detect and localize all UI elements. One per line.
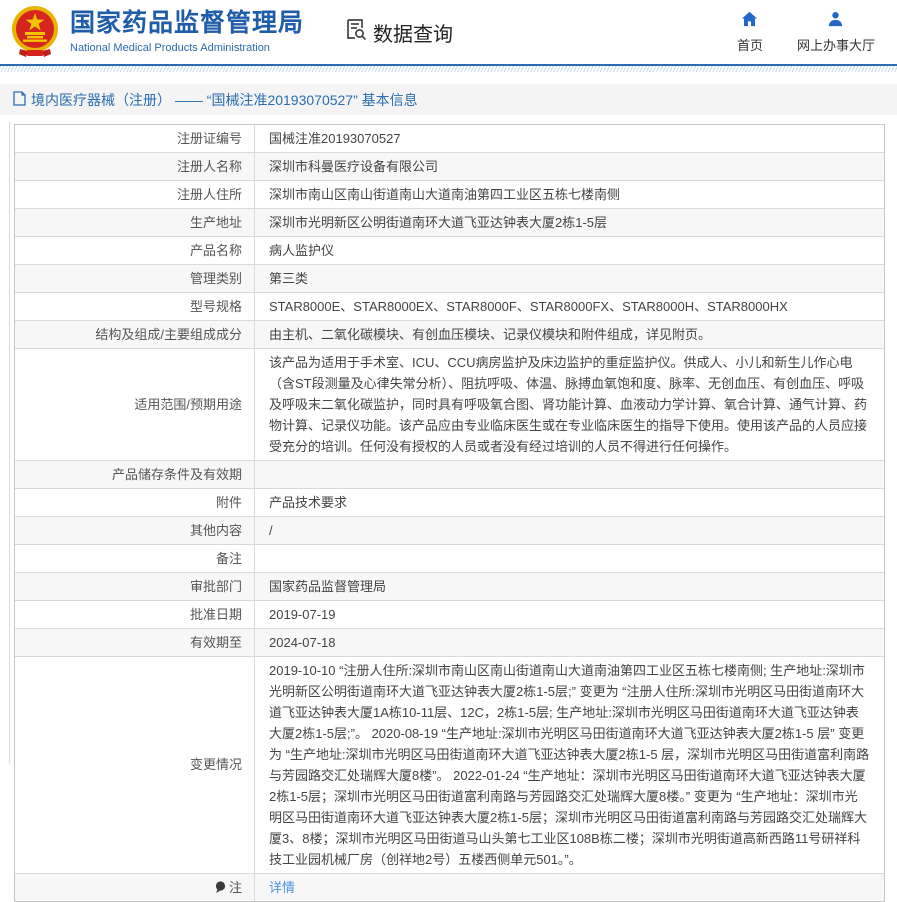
row-value: 该产品为适用于手术室、ICU、CCU病房监护及床边监护的重症监护仪。供成人、小儿… <box>255 349 884 460</box>
row-label: 管理类别 <box>15 265 255 292</box>
row-value: / <box>255 517 884 544</box>
home-icon <box>740 10 759 32</box>
row-label: 附件 <box>15 489 255 516</box>
row-value: 深圳市科曼医疗设备有限公司 <box>255 153 884 180</box>
row-value: 2019-10-10 “注册人住所:深圳市南山区南山街道南山大道南油第四工业区五… <box>255 657 884 873</box>
breadcrumb: 境内医疗器械（注册） —— “国械注准20193070527” 基本信息 <box>0 84 897 115</box>
table-row: 注册人住所深圳市南山区南山街道南山大道南油第四工业区五栋七楼南侧 <box>15 181 884 209</box>
row-label: 批准日期 <box>15 601 255 628</box>
row-label: 注 <box>15 874 255 901</box>
header-divider-hatch <box>0 66 897 72</box>
row-value: 深圳市光明新区公明街道南环大道飞亚达钟表大厦2栋1-5层 <box>255 209 884 236</box>
table-row: 备注 <box>15 545 884 573</box>
row-value: 病人监护仪 <box>255 237 884 264</box>
nav-service-hall-label: 网上办事大厅 <box>797 35 875 54</box>
org-name-zh: 国家药品监督管理局 <box>70 10 304 38</box>
info-table: 注册证编号国械注准20193070527注册人名称深圳市科曼医疗设备有限公司注册… <box>14 124 885 902</box>
table-row: 审批部门国家药品监督管理局 <box>15 573 884 601</box>
data-query-label: 数据查询 <box>373 18 453 47</box>
row-value: 第三类 <box>255 265 884 292</box>
page-left-divider <box>9 122 10 764</box>
nav-home[interactable]: 首页 <box>737 10 763 54</box>
row-value: 2024-07-18 <box>255 629 884 656</box>
details-link[interactable]: 详情 <box>269 877 295 898</box>
row-value: 深圳市南山区南山街道南山大道南油第四工业区五栋七楼南侧 <box>255 181 884 208</box>
row-label: 其他内容 <box>15 517 255 544</box>
row-value <box>255 461 884 488</box>
page-title: 境内医疗器械（注册） —— “国械注准20193070527” 基本信息 <box>31 90 418 110</box>
table-row: 其他内容/ <box>15 517 884 545</box>
table-row: 产品名称病人监护仪 <box>15 237 884 265</box>
table-row: 结构及组成/主要组成成分由主机、二氧化碳模块、有创血压模块、记录仪模块和附件组成… <box>15 321 884 349</box>
data-query-link[interactable]: 数据查询 <box>344 17 453 47</box>
nav-home-label: 首页 <box>737 35 763 54</box>
table-row: 生产地址深圳市光明新区公明街道南环大道飞亚达钟表大厦2栋1-5层 <box>15 209 884 237</box>
row-label: 注册人住所 <box>15 181 255 208</box>
table-row: 注册人名称深圳市科曼医疗设备有限公司 <box>15 153 884 181</box>
row-value: 2019-07-19 <box>255 601 884 628</box>
row-value: STAR8000E、STAR8000EX、STAR8000F、STAR8000F… <box>255 293 884 320</box>
table-row: 有效期至2024-07-18 <box>15 629 884 657</box>
row-label: 生产地址 <box>15 209 255 236</box>
row-value: 国械注准20193070527 <box>255 125 884 152</box>
row-label: 产品名称 <box>15 237 255 264</box>
table-row: 适用范围/预期用途该产品为适用于手术室、ICU、CCU病房监护及床边监护的重症监… <box>15 349 884 461</box>
page-icon <box>13 91 26 109</box>
site-header: 国家药品监督管理局 National Medical Products Admi… <box>0 0 897 64</box>
row-label: 变更情况 <box>15 657 255 873</box>
person-icon <box>826 10 845 32</box>
row-value: 产品技术要求 <box>255 489 884 516</box>
org-name-en: National Medical Products Administration <box>70 42 304 54</box>
row-label: 审批部门 <box>15 573 255 600</box>
national-emblem-logo[interactable] <box>10 5 60 59</box>
row-value: 由主机、二氧化碳模块、有创血压模块、记录仪模块和附件组成，详见附页。 <box>255 321 884 348</box>
row-value <box>255 545 884 572</box>
document-search-icon <box>344 17 368 47</box>
table-row: 注详情 <box>15 874 884 901</box>
row-label: 适用范围/预期用途 <box>15 349 255 460</box>
row-label: 有效期至 <box>15 629 255 656</box>
row-label: 注册人名称 <box>15 153 255 180</box>
row-label: 结构及组成/主要组成成分 <box>15 321 255 348</box>
row-label: 备注 <box>15 545 255 572</box>
row-value: 国家药品监督管理局 <box>255 573 884 600</box>
table-row: 型号规格STAR8000E、STAR8000EX、STAR8000F、STAR8… <box>15 293 884 321</box>
row-value: 详情 <box>255 874 884 901</box>
site-title-block: 国家药品监督管理局 National Medical Products Admi… <box>70 10 304 54</box>
table-row: 注册证编号国械注准20193070527 <box>15 125 884 153</box>
nav-service-hall[interactable]: 网上办事大厅 <box>797 10 875 54</box>
table-row: 产品储存条件及有效期 <box>15 461 884 489</box>
header-nav: 首页 网上办事大厅 <box>737 10 881 54</box>
table-row: 批准日期2019-07-19 <box>15 601 884 629</box>
row-label: 型号规格 <box>15 293 255 320</box>
table-row: 管理类别第三类 <box>15 265 884 293</box>
pin-icon <box>215 881 226 894</box>
row-label: 注册证编号 <box>15 125 255 152</box>
row-label: 产品储存条件及有效期 <box>15 461 255 488</box>
table-row: 附件产品技术要求 <box>15 489 884 517</box>
